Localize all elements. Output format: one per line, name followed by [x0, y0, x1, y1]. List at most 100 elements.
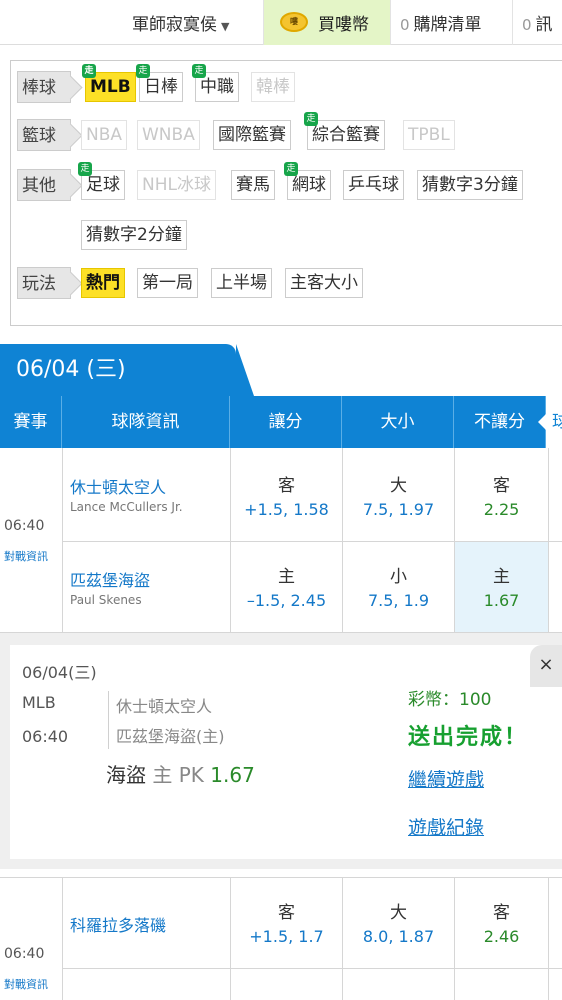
odds-value: +1.5, 1.58	[231, 500, 342, 519]
odds-text: 8.0, 1.87	[362, 927, 435, 946]
odds-value: +1.5, 1.7	[231, 927, 342, 946]
date-tab[interactable]: 06/04 (三)	[0, 344, 254, 396]
filter-head-other: 其他	[17, 169, 71, 201]
chip-tpbl[interactable]: TPBL	[403, 120, 455, 150]
cart-label: 購牌清單	[413, 15, 482, 35]
chip-wnba[interactable]: WNBA	[137, 120, 200, 150]
bet-confirmation-panel: 06/04(三) MLB 06:40 休士頓太空人 匹茲堡海盜(主) 海盜 主 …	[0, 633, 562, 869]
chip-mlb[interactable]: MLB 走	[82, 64, 136, 102]
live-badge: 走	[78, 162, 92, 176]
side-label: 客	[278, 903, 295, 923]
odds-spread-home[interactable]: 主 –1.5, 2.45	[231, 542, 342, 632]
side-label: 小	[390, 567, 407, 587]
bet-league: MLB	[22, 693, 56, 712]
user-name: 軍師寂寞侯	[132, 15, 217, 35]
pick-team: 海盜	[106, 763, 146, 787]
sport-filter-panel: 棒球 MLB 走 走日棒 走中職 韓棒 籃球 NBA WNBA 國際籃賽 走綜合籃…	[10, 60, 562, 326]
odds-text: +1.5, 1.58	[244, 500, 329, 519]
chevron-down-icon: ▼	[221, 20, 230, 33]
chip-label: 足球	[86, 175, 120, 195]
bet-coins: 彩幣：100	[408, 690, 492, 710]
bet-summary: 06/04(三) MLB 06:40 休士頓太空人 匹茲堡海盜(主) 海盜 主 …	[10, 645, 396, 859]
messages-button[interactable]: 0訊	[522, 10, 553, 35]
odds-total-under[interactable]: 小 7.5, 1.9	[343, 542, 454, 632]
chip-soccer[interactable]: 走足球	[78, 162, 125, 200]
chip-table-tennis[interactable]: 乒乓球	[343, 170, 404, 200]
cart-count: 0	[400, 16, 410, 34]
odds-value: 8.0, 1.87	[343, 927, 454, 946]
chip-intl-basketball[interactable]: 國際籃賽	[213, 120, 291, 150]
odds-text: 7.5, 1.9	[367, 591, 430, 610]
chip-nba[interactable]: NBA	[81, 120, 128, 150]
pick-odds: 1.67	[210, 763, 255, 787]
bet-away-team: 休士頓太空人	[116, 697, 213, 716]
divider	[108, 691, 109, 749]
chip-kbo[interactable]: 韓棒	[251, 72, 295, 102]
chip-npb[interactable]: 走日棒	[136, 64, 183, 102]
away-team[interactable]: 休士頓太空人	[70, 474, 166, 498]
chip-first-half[interactable]: 上半場	[211, 268, 272, 298]
chip-label: 網球	[292, 175, 326, 195]
chip-home-away-total[interactable]: 主客大小	[285, 268, 363, 298]
col-team-info: 球隊資訊	[62, 396, 230, 448]
vs-info-link[interactable]: 對戰資訊	[4, 976, 48, 992]
continue-game-link[interactable]: 繼續遊戲	[408, 765, 484, 792]
col-total: 大小	[342, 396, 454, 448]
bet-done-message: 送出完成！	[408, 725, 529, 750]
divider	[512, 0, 513, 45]
grid-line	[62, 877, 63, 1000]
side-label: 大	[390, 476, 407, 496]
odds-ml-away[interactable]: 客 2.46	[455, 878, 548, 968]
col-moneyline: 不讓分	[454, 396, 546, 448]
odds-spread-away[interactable]: 客 +1.5, 1.58	[231, 449, 342, 541]
game-history-link[interactable]: 遊戲紀錄	[408, 813, 484, 840]
user-menu[interactable]: 軍師寂寞侯 ▼	[132, 10, 229, 35]
chip-guess-3min[interactable]: 猜數字3分鐘	[417, 170, 523, 200]
match-time: 06:40	[4, 946, 45, 962]
close-icon[interactable]: ×	[530, 645, 562, 687]
live-badge: 走	[192, 64, 206, 78]
cart-button[interactable]: 0 購牌清單	[400, 10, 482, 35]
chip-tennis[interactable]: 走網球	[284, 162, 331, 200]
pick-side: 主	[152, 763, 173, 787]
bet-home-team: 匹茲堡海盜(主)	[116, 727, 225, 746]
chip-nhl[interactable]: NHL冰球	[137, 170, 216, 200]
live-badge: 走	[136, 64, 150, 78]
odds-ml-home-selected[interactable]: 主 1.67	[455, 542, 548, 632]
home-team[interactable]: 匹茲堡海盜	[70, 567, 150, 591]
chip-label: 綜合籃賽	[312, 125, 380, 145]
chip-guess-2min[interactable]: 猜數字2分鐘	[81, 220, 187, 250]
filter-head-play: 玩法	[17, 267, 71, 299]
chip-popular[interactable]: 熱門	[81, 268, 125, 298]
odds-text: +1.5, 1.7	[249, 927, 324, 946]
chip-label: MLB	[90, 77, 131, 97]
chip-combined-basketball[interactable]: 走綜合籃賽	[304, 112, 385, 150]
pick-type: PK	[178, 763, 204, 787]
odds-text: –1.5, 2.45	[246, 591, 327, 610]
side-label: 客	[493, 903, 510, 923]
col-event: 賽事	[0, 396, 62, 448]
odds-spread-away[interactable]: 客 +1.5, 1.7	[231, 878, 342, 968]
odds-value: –1.5, 2.45	[231, 591, 342, 610]
away-pitcher: Lance McCullers Jr.	[70, 500, 183, 514]
next-column-tab[interactable]: 球	[538, 396, 562, 448]
grid-line	[548, 877, 549, 1000]
match-time: 06:40	[4, 518, 45, 534]
chip-first-inning[interactable]: 第一局	[137, 268, 198, 298]
chip-horse-racing[interactable]: 賽馬	[231, 170, 275, 200]
filter-head-basketball: 籃球	[17, 119, 71, 151]
buy-coins-button[interactable]: 嘍 買嘍幣	[264, 0, 390, 45]
col-spread: 讓分	[230, 396, 342, 448]
buy-coins-label: 買嘍幣	[318, 15, 369, 35]
bet-time: 06:40	[22, 727, 69, 746]
chip-cpbl[interactable]: 走中職	[192, 64, 239, 102]
away-team[interactable]: 科羅拉多落磯	[70, 912, 166, 936]
odds-value: 2.46	[483, 927, 520, 946]
grid-line	[62, 968, 562, 969]
odds-total-over[interactable]: 大 7.5, 1.97	[343, 449, 454, 541]
odds-total-over[interactable]: 大 8.0, 1.87	[343, 878, 454, 968]
vs-info-link[interactable]: 對戰資訊	[4, 548, 48, 564]
bet-date: 06/04(三)	[22, 663, 97, 682]
home-pitcher: Paul Skenes	[70, 593, 142, 607]
odds-ml-away[interactable]: 客 2.25	[455, 449, 548, 541]
